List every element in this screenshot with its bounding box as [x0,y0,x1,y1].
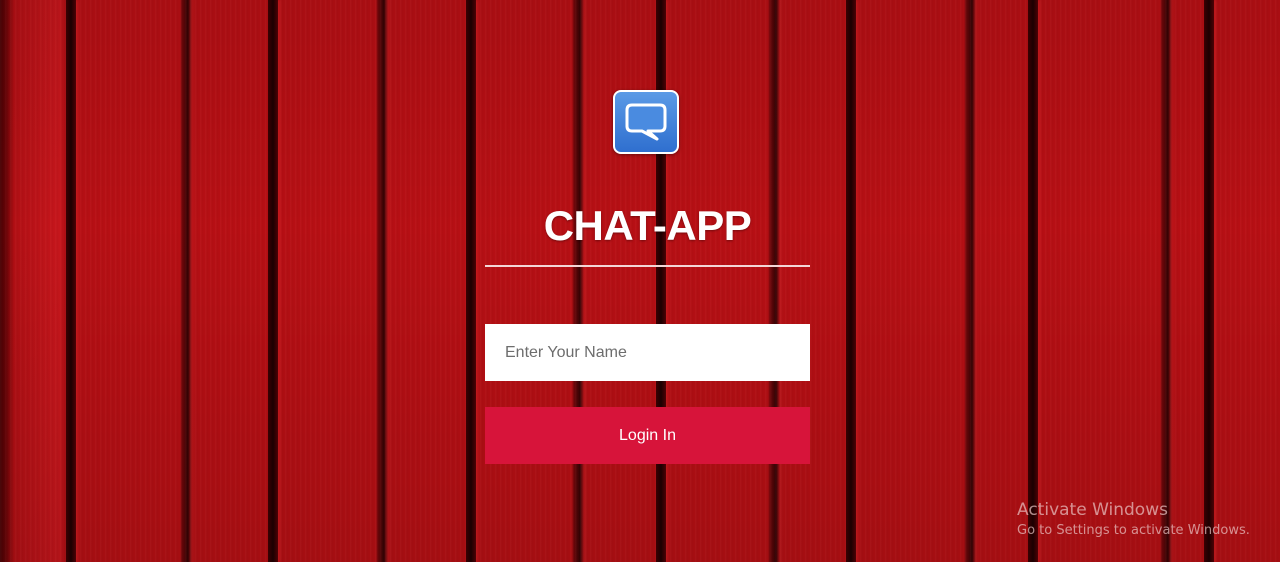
plank-gap [1204,0,1214,562]
activate-windows-watermark: Activate Windows Go to Settings to activ… [1017,500,1250,538]
login-button[interactable]: Login In [485,407,810,464]
plank-gap [656,0,666,562]
plank-gap [846,0,856,562]
chat-bubble-icon [625,103,667,141]
plank-gap [268,0,278,562]
watermark-title: Activate Windows [1017,500,1168,520]
watermark-subtitle: Go to Settings to activate Windows. [1017,523,1250,538]
title-divider [485,265,810,267]
app-title: CHAT-APP [543,202,752,249]
name-input[interactable] [485,324,810,381]
background-texture [0,0,1280,562]
plank-gap [466,0,476,562]
plank-gap [1028,0,1038,562]
plank-gap [66,0,76,562]
app-logo [613,90,679,154]
